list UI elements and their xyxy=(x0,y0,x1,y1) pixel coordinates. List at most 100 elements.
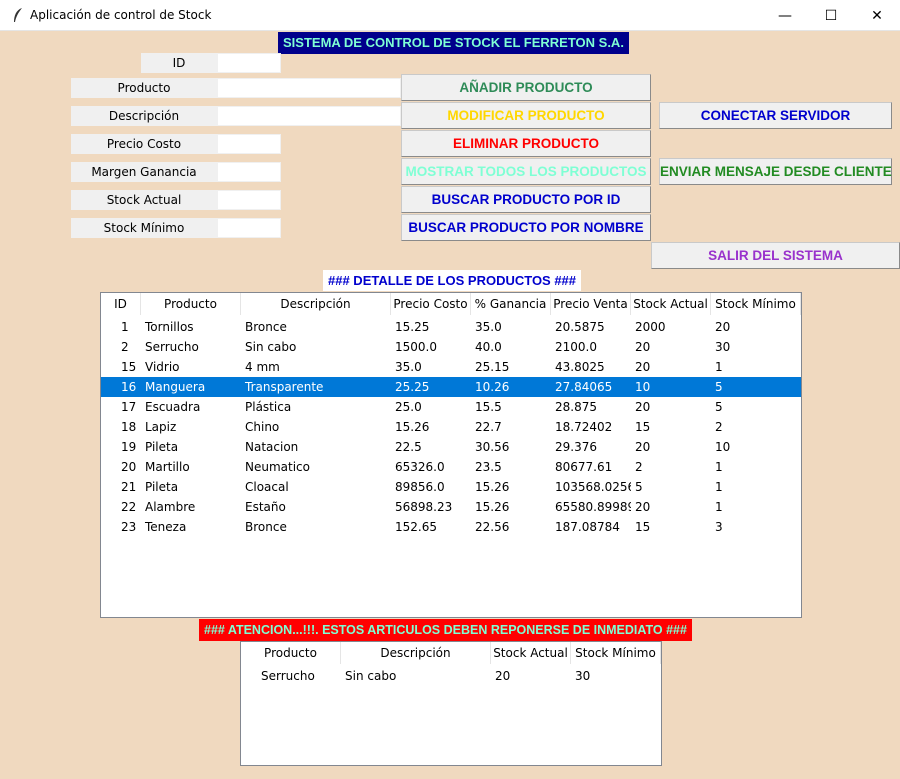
table-cell: 19 xyxy=(121,440,137,454)
table-cell: Vidrio xyxy=(145,360,180,374)
table-cell: Sin cabo xyxy=(245,340,297,354)
table-cell: 56898.23 xyxy=(395,500,453,514)
table-cell: 30 xyxy=(575,669,591,683)
productos-table[interactable]: ID Producto Descripción Precio Costo % G… xyxy=(100,292,802,618)
alert-column-header-descripcion[interactable]: Descripción xyxy=(341,642,491,664)
stock-minimo-input[interactable] xyxy=(217,218,281,238)
column-header-precio-costo[interactable]: Precio Costo xyxy=(391,293,471,315)
conectar-servidor-button[interactable]: CONECTAR SERVIDOR xyxy=(659,102,892,129)
precio-costo-label: Precio Costo xyxy=(71,134,217,154)
table-cell: 2 xyxy=(121,340,129,354)
id-label: ID xyxy=(141,53,217,73)
table-cell: 25.0 xyxy=(395,400,422,414)
table-cell: Bronce xyxy=(245,320,287,334)
eliminar-producto-button[interactable]: ELIMINAR PRODUCTO xyxy=(401,130,651,157)
stock-actual-label: Stock Actual xyxy=(71,190,217,210)
column-header-ganancia[interactable]: % Ganancia xyxy=(471,293,551,315)
alert-column-header-producto[interactable]: Producto xyxy=(241,642,341,664)
product-row[interactable]: 20 Martillo Neumatico 65326.0 23.5 80677.61 2 1 xyxy=(101,457,801,477)
reponer-table[interactable]: Producto Descripción Stock Actual Stock … xyxy=(240,641,662,766)
table-cell: 21 xyxy=(121,480,137,494)
maximize-button[interactable]: ☐ xyxy=(808,0,854,31)
productos-table-header: ID Producto Descripción Precio Costo % G… xyxy=(101,293,801,315)
table-cell: 43.8025 xyxy=(555,360,605,374)
table-cell: Plástica xyxy=(245,400,292,414)
reponer-row[interactable]: Serrucho Sin cabo 20 30 xyxy=(241,666,661,686)
table-cell: 15 xyxy=(635,420,651,434)
table-cell: 15.26 xyxy=(395,420,430,434)
table-cell: Serrucho xyxy=(145,340,199,354)
table-cell: Transparente xyxy=(245,380,324,394)
column-header-stock-actual[interactable]: Stock Actual xyxy=(631,293,711,315)
buscar-por-nombre-button[interactable]: BUSCAR PRODUCTO POR NOMBRE xyxy=(401,214,651,241)
descripcion-input[interactable] xyxy=(217,106,401,126)
stock-actual-input[interactable] xyxy=(217,190,281,210)
anadir-producto-button[interactable]: AÑADIR PRODUCTO xyxy=(401,74,651,101)
table-cell: 20 xyxy=(635,340,651,354)
product-row[interactable]: 15 Vidrio 4 mm 35.0 25.15 43.8025 20 1 xyxy=(101,357,801,377)
table-cell: 25.25 xyxy=(395,380,430,394)
table-cell: 15.26 xyxy=(475,480,510,494)
margen-ganancia-label: Margen Ganancia xyxy=(71,162,217,182)
producto-input[interactable] xyxy=(217,78,401,98)
product-row[interactable]: 16 Manguera Transparente 25.25 10.26 27.84065… xyxy=(101,377,801,397)
column-header-id[interactable]: ID xyxy=(101,293,141,315)
table-cell: 18.72402 xyxy=(555,420,613,434)
table-cell: Sin cabo xyxy=(345,669,397,683)
window-title: Aplicación de control de Stock xyxy=(30,8,212,22)
product-row[interactable]: 21 Pileta Cloacal 89856.0 15.26 103568.0256 5 1 xyxy=(101,477,801,497)
table-cell: 1 xyxy=(121,320,129,334)
product-row[interactable]: 22 Alambre Estaño 56898.23 15.26 65580.899898… xyxy=(101,497,801,517)
reponer-table-header: Producto Descripción Stock Actual Stock … xyxy=(241,642,661,664)
id-input[interactable] xyxy=(217,53,281,73)
detalle-productos-label: ### DETALLE DE LOS PRODUCTOS ### xyxy=(323,270,582,291)
modificar-producto-button[interactable]: MODIFICAR PRODUCTO xyxy=(401,102,651,129)
table-cell: 22.56 xyxy=(475,520,510,534)
precio-costo-input[interactable] xyxy=(217,134,281,154)
column-header-stock-minimo[interactable]: Stock Mínimo xyxy=(711,293,801,315)
system-title-banner: SISTEMA DE CONTROL DE STOCK EL FERRETON … xyxy=(278,32,629,54)
enviar-mensaje-button[interactable]: ENVIAR MENSAJE DESDE CLIENTE xyxy=(659,158,892,185)
table-cell: 22.7 xyxy=(475,420,502,434)
table-cell: Pileta xyxy=(145,440,179,454)
table-cell: Lapiz xyxy=(145,420,177,434)
table-cell: 65326.0 xyxy=(395,460,445,474)
table-cell: 89856.0 xyxy=(395,480,445,494)
column-header-precio-venta[interactable]: Precio Venta xyxy=(551,293,631,315)
table-cell: Estaño xyxy=(245,500,286,514)
table-cell: 20 xyxy=(495,669,511,683)
margen-ganancia-input[interactable] xyxy=(217,162,281,182)
table-cell: 28.875 xyxy=(555,400,597,414)
table-cell: 10.26 xyxy=(475,380,510,394)
table-cell: 30 xyxy=(715,340,731,354)
minimize-button[interactable]: — xyxy=(762,0,808,31)
product-row[interactable]: 1 Tornillos Bronce 15.25 35.0 20.5875 2000 20 xyxy=(101,317,801,337)
table-cell: 17 xyxy=(121,400,137,414)
table-cell: Teneza xyxy=(145,520,187,534)
table-cell: Chino xyxy=(245,420,280,434)
buscar-por-id-button[interactable]: BUSCAR PRODUCTO POR ID xyxy=(401,186,651,213)
column-header-producto[interactable]: Producto xyxy=(141,293,241,315)
table-cell: 1 xyxy=(715,480,723,494)
alert-column-header-stock-minimo[interactable]: Stock Mínimo xyxy=(571,642,661,664)
product-row[interactable]: 23 Teneza Bronce 152.65 22.56 187.08784 15 3 xyxy=(101,517,801,537)
column-header-descripcion[interactable]: Descripción xyxy=(241,293,391,315)
table-cell: 2100.0 xyxy=(555,340,597,354)
mostrar-todos-button[interactable]: MOSTRAR TODOS LOS PRODUCTOS xyxy=(401,158,651,185)
alert-column-header-stock-actual[interactable]: Stock Actual xyxy=(491,642,571,664)
table-cell: 35.0 xyxy=(475,320,502,334)
table-cell: 15.26 xyxy=(475,500,510,514)
product-row[interactable]: 19 Pileta Natacion 22.5 30.56 29.376 20 10 xyxy=(101,437,801,457)
table-cell: 5 xyxy=(635,480,643,494)
table-cell: 40.0 xyxy=(475,340,502,354)
close-button[interactable]: ✕ xyxy=(854,0,900,31)
table-cell: 5 xyxy=(715,400,723,414)
salir-sistema-button[interactable]: SALIR DEL SISTEMA xyxy=(651,242,900,269)
product-row[interactable]: 2 Serrucho Sin cabo 1500.0 40.0 2100.0 20 30 xyxy=(101,337,801,357)
product-row[interactable]: 17 Escuadra Plástica 25.0 15.5 28.875 20 5 xyxy=(101,397,801,417)
stock-minimo-label: Stock Mínimo xyxy=(71,218,217,238)
product-row[interactable]: 18 Lapiz Chino 15.26 22.7 18.72402 15 2 xyxy=(101,417,801,437)
table-cell: 18 xyxy=(121,420,137,434)
table-cell: 10 xyxy=(635,380,651,394)
table-cell: Bronce xyxy=(245,520,287,534)
